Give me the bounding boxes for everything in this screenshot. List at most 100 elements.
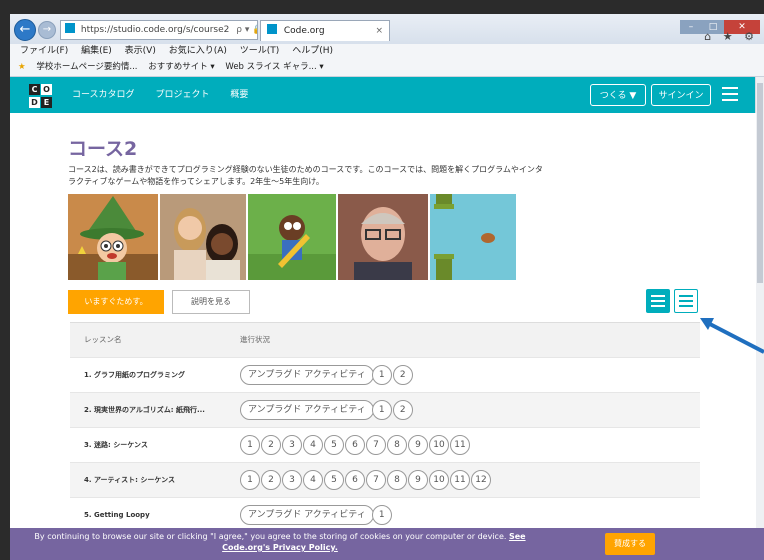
lesson-name[interactable]: 1. グラフ用紙のプログラミング <box>84 358 185 392</box>
level-bubble[interactable]: 9 <box>408 470 428 490</box>
level-bubble[interactable]: 6 <box>345 470 365 490</box>
header-nav: コースカタログ プロジェクト 概要 <box>72 77 266 113</box>
level-bubble[interactable]: 10 <box>429 470 449 490</box>
back-button[interactable]: ← <box>14 19 36 41</box>
browser-window: ← → https://studio.code.org/s/course2 ρ … <box>10 14 764 560</box>
list-view-icon[interactable] <box>646 289 670 313</box>
lesson-name[interactable]: 3. 迷路: シーケンス <box>84 428 148 462</box>
level-bubble[interactable]: 4 <box>303 435 323 455</box>
progress-cells: 1 2 3 4 5 6 7 8 9 10 11 12 <box>240 470 492 490</box>
table-row: 2. 現実世界のアルゴリズム: 紙飛行... アンプラグド アクティビティ 1 2 <box>70 392 700 427</box>
unplugged-activity-pill[interactable]: アンプラグド アクティビティ <box>240 505 374 525</box>
level-bubble[interactable]: 1 <box>371 505 392 525</box>
table-header: レッスン名 進行状況 <box>70 322 700 357</box>
level-bubble[interactable]: 3 <box>282 435 302 455</box>
nav-course-catalog[interactable]: コースカタログ <box>72 90 135 100</box>
level-bubble[interactable]: 3 <box>282 470 302 490</box>
window-controls: – □ ✕ <box>680 14 760 34</box>
view-details-button[interactable]: 説明を見る <box>172 290 250 314</box>
level-bubble[interactable]: 4 <box>303 470 323 490</box>
table-body: 1. グラフ用紙のプログラミング アンプラグド アクティビティ 1 2 2. 現実世界の… <box>70 357 700 532</box>
detail-view-icon[interactable] <box>674 289 698 313</box>
flappy-game-image <box>430 194 516 280</box>
menu-favorites[interactable]: お気に入り(A) <box>169 46 227 56</box>
favorite-link-suggested[interactable]: おすすめサイト ▾ <box>148 62 214 72</box>
favorite-link-webslice[interactable]: Web スライス ギャラ... ▾ <box>225 62 323 72</box>
logo-letter: E <box>40 96 53 109</box>
level-bubble[interactable]: 8 <box>387 470 407 490</box>
address-icons: ρ ▾ 🔒 C <box>236 25 257 35</box>
level-bubble[interactable]: 9 <box>408 435 428 455</box>
level-bubble[interactable]: 8 <box>387 435 407 455</box>
level-bubble[interactable]: 2 <box>392 365 413 385</box>
game-character-image <box>248 194 336 280</box>
favorites-bar: ★ 学校ホームページ要約情... おすすめサイト ▾ Web スライス ギャラ.… <box>10 59 764 77</box>
unplugged-activity-pill[interactable]: アンプラグド アクティビティ <box>240 400 374 420</box>
favorites-star-icon[interactable]: ★ <box>18 62 26 72</box>
level-bubble[interactable]: 1 <box>240 435 260 455</box>
level-bubble[interactable]: 11 <box>450 470 470 490</box>
site-header: C O D E コースカタログ プロジェクト 概要 つくる ▼ サインイン <box>10 77 756 113</box>
level-bubble[interactable]: 2 <box>392 400 413 420</box>
level-bubble[interactable]: 5 <box>324 435 344 455</box>
progress-cells: アンプラグド アクティビティ 1 <box>240 505 393 525</box>
try-now-button[interactable]: いますぐためす。 <box>68 290 164 314</box>
scrollbar-thumb[interactable] <box>757 83 763 283</box>
level-bubble[interactable]: 2 <box>261 470 281 490</box>
browser-tab[interactable]: Code.org × <box>260 20 390 41</box>
level-bubble[interactable]: 6 <box>345 435 365 455</box>
level-bubble[interactable]: 2 <box>261 435 281 455</box>
menu-view[interactable]: 表示(V) <box>125 46 156 56</box>
table-row: 5. Getting Loopy アンプラグド アクティビティ 1 <box>70 497 700 532</box>
course-description: コース2は、読み書きができてプログラミング経験のない生徒のためのコースです。この… <box>68 165 543 186</box>
toolbar-icons[interactable]: ⌂ ★ ⚙ <box>704 30 758 43</box>
menu-edit[interactable]: 編集(E) <box>81 46 112 56</box>
students-photo <box>160 194 246 280</box>
page-title: コース2 <box>68 138 138 160</box>
browser-titlebar: ← → https://studio.code.org/s/course2 ρ … <box>10 14 764 44</box>
table-row: 1. グラフ用紙のプログラミング アンプラグド アクティビティ 1 2 <box>70 357 700 392</box>
agree-button[interactable]: 賛成する <box>605 533 655 555</box>
level-bubble[interactable]: 1 <box>371 365 392 385</box>
level-bubble[interactable]: 12 <box>471 470 491 490</box>
address-url: https://studio.code.org/s/course2 <box>80 25 230 35</box>
nav-about[interactable]: 概要 <box>230 90 248 100</box>
create-button[interactable]: つくる ▼ <box>590 84 646 106</box>
hamburger-menu-icon[interactable] <box>722 87 738 105</box>
address-bar[interactable]: https://studio.code.org/s/course2 ρ ▾ 🔒 … <box>60 20 258 40</box>
menu-file[interactable]: ファイル(F) <box>20 46 68 56</box>
level-bubble[interactable]: 7 <box>366 435 386 455</box>
level-bubble[interactable]: 5 <box>324 470 344 490</box>
nav-projects[interactable]: プロジェクト <box>155 90 209 100</box>
level-bubble[interactable]: 1 <box>240 470 260 490</box>
unplugged-activity-pill[interactable]: アンプラグド アクティビティ <box>240 365 374 385</box>
favorite-link-school[interactable]: 学校ホームページ要約情... <box>36 62 137 72</box>
menu-bar: ファイル(F) 編集(E) 表示(V) お気に入り(A) ツール(T) ヘルプ(… <box>10 44 764 59</box>
lesson-name[interactable]: 4. アーティスト: シーケンス <box>84 463 175 497</box>
level-bubble[interactable]: 7 <box>366 470 386 490</box>
col-progress-header: 進行状況 <box>240 335 270 344</box>
code-logo[interactable]: C O D E <box>28 83 53 109</box>
level-bubble[interactable]: 1 <box>371 400 392 420</box>
level-bubble[interactable]: 11 <box>450 435 470 455</box>
signin-button[interactable]: サインイン <box>651 84 711 106</box>
cookie-text: By continuing to browse our site or clic… <box>34 532 507 541</box>
table-row: 3. 迷路: シーケンス 1 2 3 4 5 6 7 8 9 10 11 <box>70 427 700 462</box>
menu-tools[interactable]: ツール(T) <box>240 46 280 56</box>
site-favicon-icon <box>65 23 75 33</box>
level-bubble[interactable]: 10 <box>429 435 449 455</box>
lesson-name[interactable]: 5. Getting Loopy <box>84 498 150 532</box>
lesson-table: レッスン名 進行状況 1. グラフ用紙のプログラミングアンプラグド アクティビテ… <box>70 322 700 532</box>
progress-cells: アンプラグド アクティビティ 1 2 <box>240 365 414 385</box>
minimize-icon[interactable]: – <box>680 20 702 34</box>
forward-button[interactable]: → <box>38 21 56 39</box>
witch-character-image <box>68 194 158 280</box>
tab-title: Code.org <box>283 26 325 36</box>
lesson-name[interactable]: 2. 現実世界のアルゴリズム: 紙飛行... <box>84 393 205 427</box>
tab-close-icon[interactable]: × <box>375 21 383 41</box>
col-lesson-header: レッスン名 <box>84 335 122 344</box>
page-scrollbar[interactable] <box>755 77 764 537</box>
logo-letter: O <box>40 83 53 96</box>
menu-help[interactable]: ヘルプ(H) <box>292 46 333 56</box>
cookie-banner: By continuing to browse our site or clic… <box>10 528 764 560</box>
